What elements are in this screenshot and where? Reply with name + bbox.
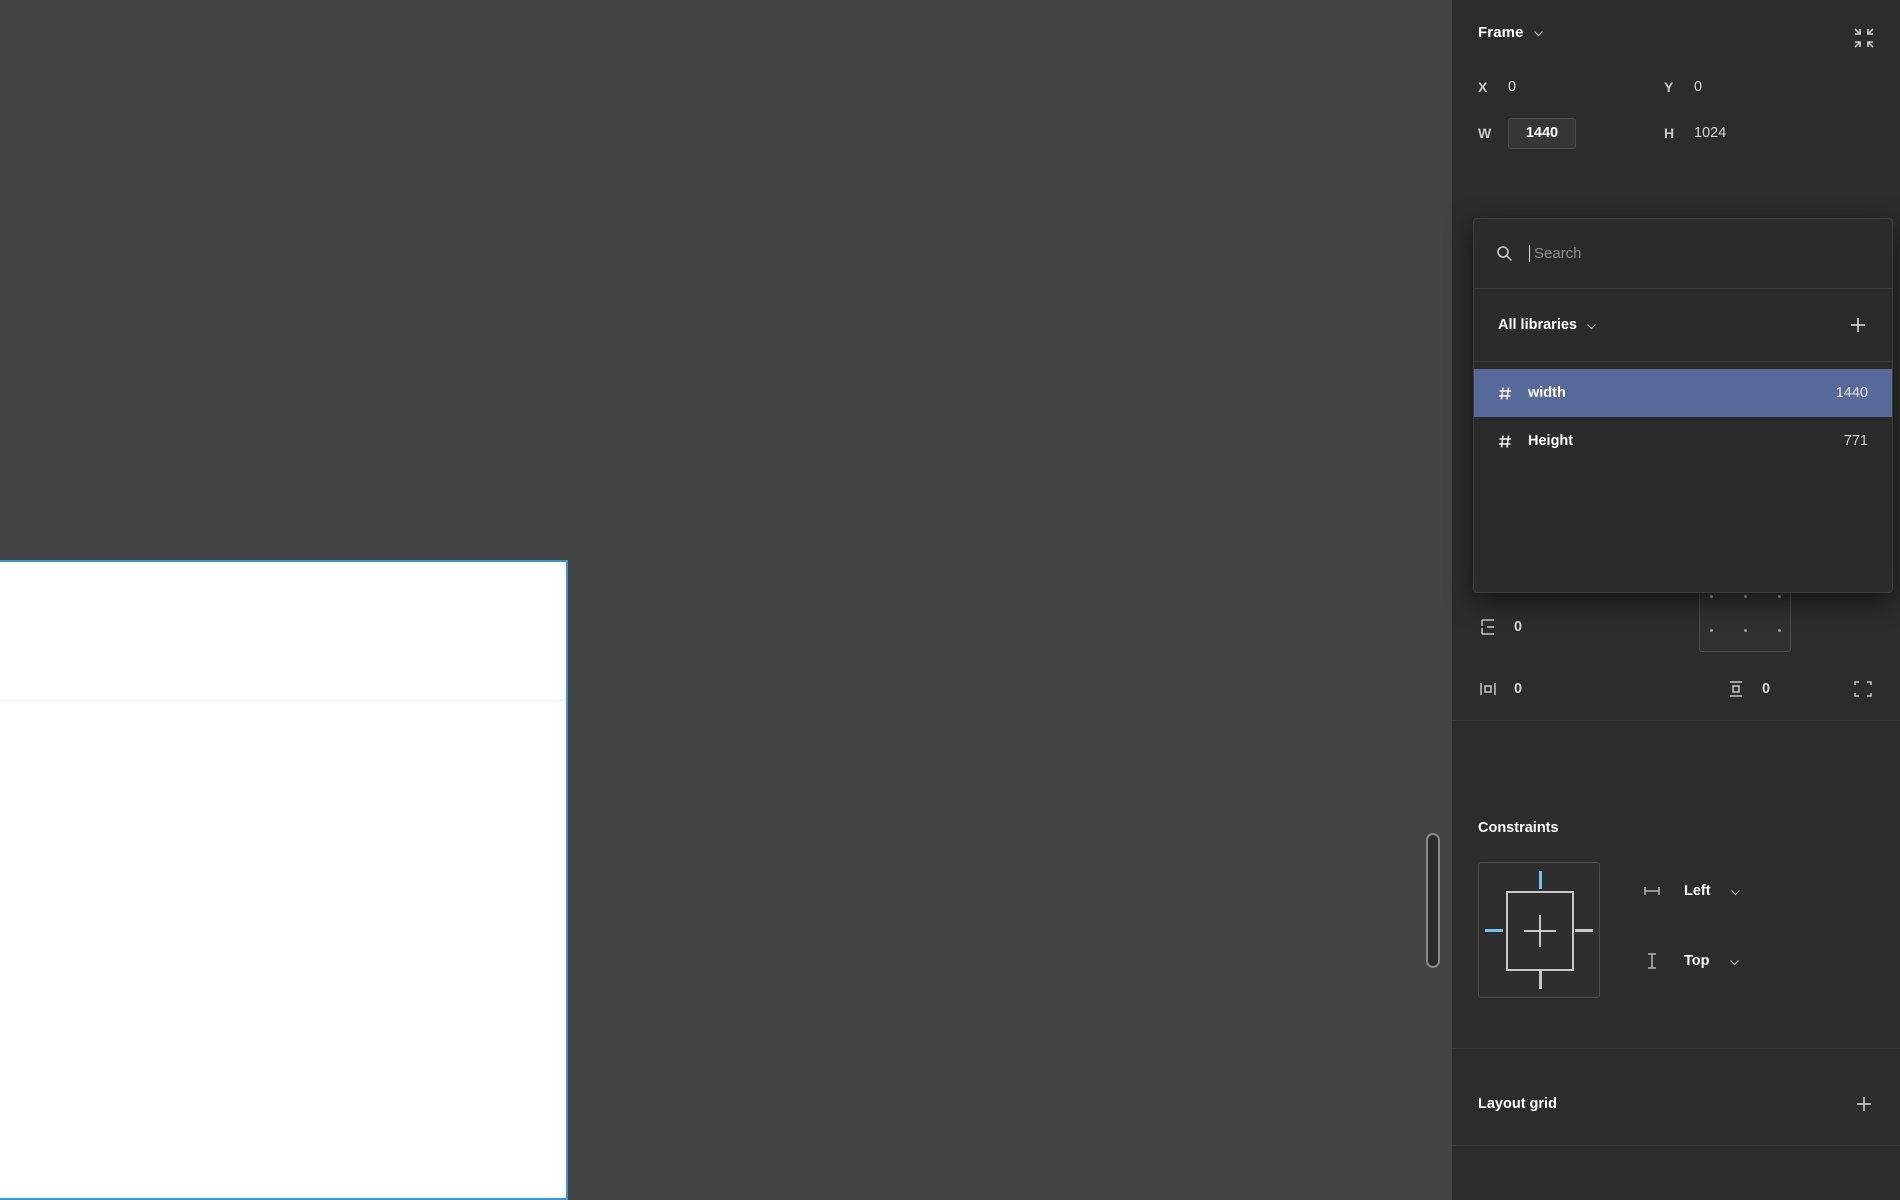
constraint-dropdowns: Left Top xyxy=(1642,862,1740,1014)
vertical-padding-field[interactable]: 0 xyxy=(1478,617,1628,637)
variable-name: Height xyxy=(1528,433,1574,449)
w-value[interactable]: 1440 xyxy=(1508,117,1576,149)
y-field[interactable]: Y 0 xyxy=(1664,71,1820,103)
x-value: 0 xyxy=(1508,79,1517,95)
y-value: 0 xyxy=(1694,79,1703,95)
list-item[interactable]: Height 771 xyxy=(1474,417,1892,465)
figma-design-screen: Frame X 0 Y 0 W 1440 H 1024 0 0 0 Constr… xyxy=(0,0,1900,1200)
design-canvas[interactable] xyxy=(0,0,1452,1200)
auto-layout-properties: 0 0 0 xyxy=(1452,584,1900,721)
horizontal-align-icon xyxy=(1478,679,1498,699)
search-icon xyxy=(1496,245,1513,262)
h-value: 1024 xyxy=(1694,125,1727,141)
search-text-caret xyxy=(1529,245,1530,262)
spacing-value-3: 0 xyxy=(1762,681,1771,697)
size-row: W 1440 H 1024 xyxy=(1452,110,1900,156)
horizontal-align-field[interactable]: 0 xyxy=(1478,679,1626,699)
frame-internal-divider xyxy=(0,700,566,701)
variable-name: width xyxy=(1528,385,1566,401)
chevron-down-icon[interactable] xyxy=(1730,887,1740,897)
spacing-row-2: 0 0 xyxy=(1452,658,1900,720)
layout-grid-title: Layout grid xyxy=(1478,1096,1557,1112)
horizontal-constraint-icon xyxy=(1642,881,1662,901)
height-field[interactable]: H 1024 xyxy=(1664,117,1820,149)
panel-divider-2 xyxy=(1452,1048,1900,1049)
spacing-row-1: 0 xyxy=(1452,584,1900,658)
spacing-value-2: 0 xyxy=(1514,681,1523,697)
constraints-section: Constraints Left Top xyxy=(1452,790,1900,1049)
x-field[interactable]: X 0 xyxy=(1478,71,1634,103)
constraint-tick-top[interactable] xyxy=(1539,871,1542,889)
variables-dropdown[interactable]: Search All libraries width 1440 Height 7… xyxy=(1473,218,1893,593)
search-input[interactable]: Search xyxy=(1534,245,1582,262)
position-row: X 0 Y 0 xyxy=(1452,64,1900,110)
vertical-align-icon xyxy=(1726,679,1746,699)
layout-grid-section: Layout grid Layer xyxy=(1452,1063,1900,1200)
variable-value: 1440 xyxy=(1835,385,1868,401)
next-section-partial: Layer xyxy=(1452,1146,1900,1200)
y-label: Y xyxy=(1664,79,1674,95)
chevron-down-icon[interactable] xyxy=(1729,957,1739,967)
vertical-padding-icon xyxy=(1478,617,1498,637)
clip-content-icon[interactable] xyxy=(1852,678,1874,700)
canvas-vertical-scrollbar[interactable] xyxy=(1426,833,1440,968)
horizontal-constraint-select[interactable]: Left xyxy=(1642,874,1740,908)
vertical-constraint-value: Top xyxy=(1684,953,1710,969)
chevron-down-icon[interactable] xyxy=(1586,321,1596,331)
collapse-panel-icon[interactable] xyxy=(1852,26,1876,50)
vertical-constraint-select[interactable]: Top xyxy=(1642,944,1740,978)
chevron-down-icon[interactable] xyxy=(1533,28,1543,38)
panel-divider-1 xyxy=(1452,720,1900,721)
horizontal-constraint-value: Left xyxy=(1684,883,1711,899)
spacing-value-1: 0 xyxy=(1514,619,1523,635)
h-label: H xyxy=(1664,125,1675,141)
w-label: W xyxy=(1478,125,1492,141)
constraints-picker[interactable] xyxy=(1478,862,1600,998)
vertical-constraint-icon xyxy=(1642,951,1662,971)
hash-icon xyxy=(1498,386,1513,401)
variables-list: width 1440 Height 771 xyxy=(1474,362,1892,465)
plus-icon[interactable] xyxy=(1848,315,1868,335)
libraries-filter-row[interactable]: All libraries xyxy=(1474,289,1892,362)
alignment-dot-grid[interactable] xyxy=(1699,584,1791,652)
constraints-title: Constraints xyxy=(1478,820,1559,836)
x-label: X xyxy=(1478,79,1488,95)
variables-search-row[interactable]: Search xyxy=(1474,219,1892,289)
selected-frame-artboard[interactable] xyxy=(0,560,568,1200)
width-field[interactable]: W 1440 xyxy=(1478,117,1634,149)
constraint-plus-vertical xyxy=(1539,915,1541,947)
constraint-tick-right[interactable] xyxy=(1575,929,1593,932)
plus-icon[interactable] xyxy=(1854,1094,1874,1114)
libraries-filter-label: All libraries xyxy=(1498,317,1577,333)
properties-panel: Frame X 0 Y 0 W 1440 H 1024 0 0 0 Constr… xyxy=(1452,0,1900,1200)
panel-header: Frame xyxy=(1452,0,1900,64)
panel-title: Frame xyxy=(1478,23,1524,41)
hash-icon xyxy=(1498,434,1513,449)
constraint-tick-bottom[interactable] xyxy=(1539,971,1542,989)
variable-value: 771 xyxy=(1843,433,1868,449)
constraint-tick-left[interactable] xyxy=(1485,929,1503,932)
list-item[interactable]: width 1440 xyxy=(1474,369,1892,417)
